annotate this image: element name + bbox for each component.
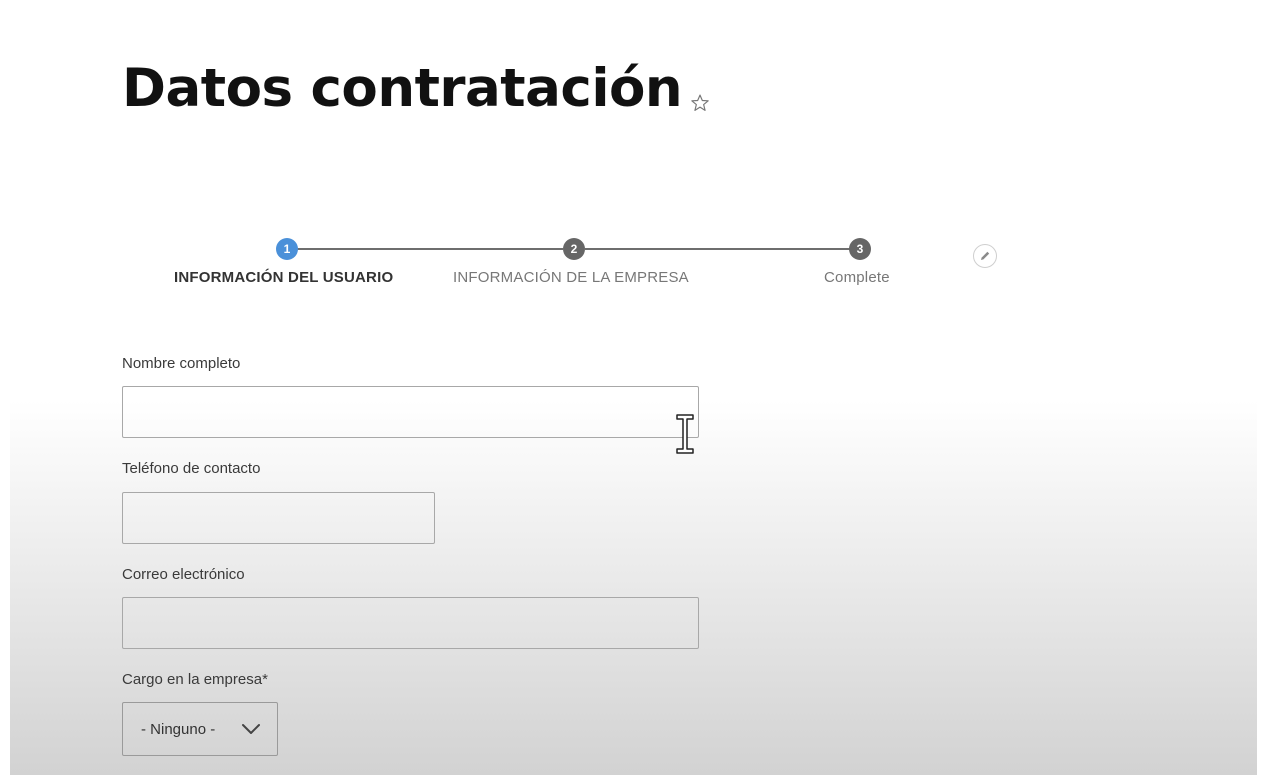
- step-3-indicator[interactable]: 3: [849, 238, 871, 260]
- position-select[interactable]: - Ninguno -: [122, 702, 278, 756]
- email-label: Correo electrónico: [122, 566, 245, 583]
- position-label: Cargo en la empresa*: [122, 671, 268, 688]
- text-cursor-icon: [676, 414, 694, 454]
- email-input[interactable]: [122, 597, 699, 649]
- step-connector: [297, 248, 563, 250]
- step-1-indicator[interactable]: 1: [276, 238, 298, 260]
- progress-stepper: 1 2 3 INFORMACIÓN DEL USUARIO INFORMACIÓ…: [0, 236, 1268, 306]
- phone-label: Teléfono de contacto: [122, 460, 261, 477]
- step-3-label[interactable]: Complete: [824, 269, 890, 286]
- phone-input[interactable]: [122, 492, 435, 544]
- step-2-indicator[interactable]: 2: [563, 238, 585, 260]
- step-1-label[interactable]: INFORMACIÓN DEL USUARIO: [174, 269, 393, 286]
- chevron-down-icon: [242, 724, 260, 734]
- step-2-label[interactable]: INFORMACIÓN DE LA EMPRESA: [453, 269, 689, 286]
- star-icon[interactable]: [690, 93, 710, 113]
- position-select-value: - Ninguno -: [141, 720, 216, 738]
- page: Datos contratación 1 2 3 INFORMACIÓN DEL…: [0, 0, 1268, 775]
- title-row: Datos contratación: [122, 52, 710, 126]
- pencil-icon[interactable]: [972, 243, 998, 269]
- full-name-input[interactable]: [122, 386, 699, 438]
- page-title: Datos contratación: [122, 58, 683, 119]
- step-connector: [585, 248, 850, 250]
- full-name-label: Nombre completo: [122, 355, 241, 372]
